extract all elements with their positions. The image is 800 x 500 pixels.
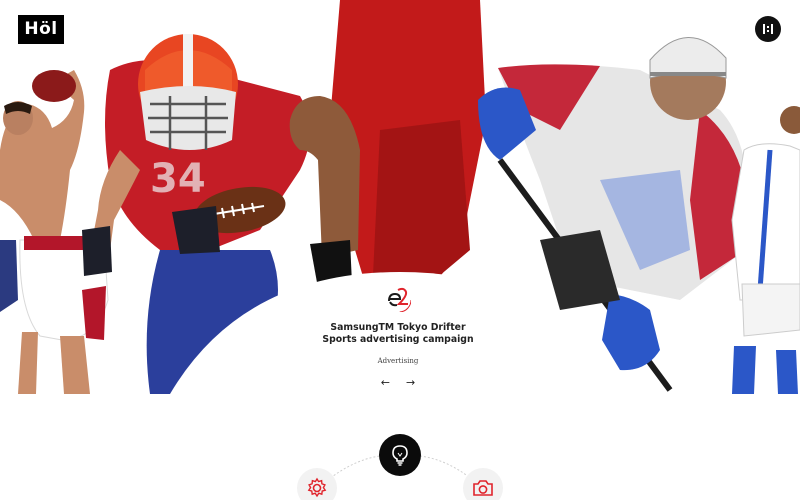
menu-button[interactable] [755, 16, 781, 42]
slide-title-line1: SamsungTM Tokyo Drifter [330, 322, 466, 333]
slide-category[interactable]: Advertising [298, 357, 498, 365]
lightbulb-icon [392, 445, 408, 466]
feature-photo-button[interactable] [463, 468, 503, 500]
feature-idea-button[interactable] [379, 434, 421, 476]
feature-settings-button[interactable] [297, 468, 337, 500]
grid-dots-icon [763, 24, 773, 34]
red-athlete-figure [289, 0, 486, 300]
hero-banner: 34 Höl SamsungTM Tokyo Drifter Sports ad… [0, 0, 800, 394]
prev-slide-button[interactable]: ← [381, 377, 390, 389]
brand-logo[interactable]: Höl [18, 15, 64, 44]
gear-icon [307, 477, 327, 498]
svg-text:34: 34 [150, 156, 206, 202]
slide-title[interactable]: SamsungTM Tokyo Drifter Sports advertisi… [298, 322, 498, 346]
soccer-player-figure [731, 106, 800, 394]
page: 34 Höl SamsungTM Tokyo Drifter Sports ad… [0, 0, 800, 500]
slide-navigation: ← → [298, 377, 498, 389]
camera-icon [473, 480, 493, 496]
slide-title-line2: Sports advertising campaign [322, 334, 474, 345]
slide-content: SamsungTM Tokyo Drifter Sports advertisi… [298, 286, 498, 389]
next-slide-button[interactable]: → [406, 377, 415, 389]
e2-brand-icon [386, 287, 411, 312]
features-section [0, 394, 800, 500]
